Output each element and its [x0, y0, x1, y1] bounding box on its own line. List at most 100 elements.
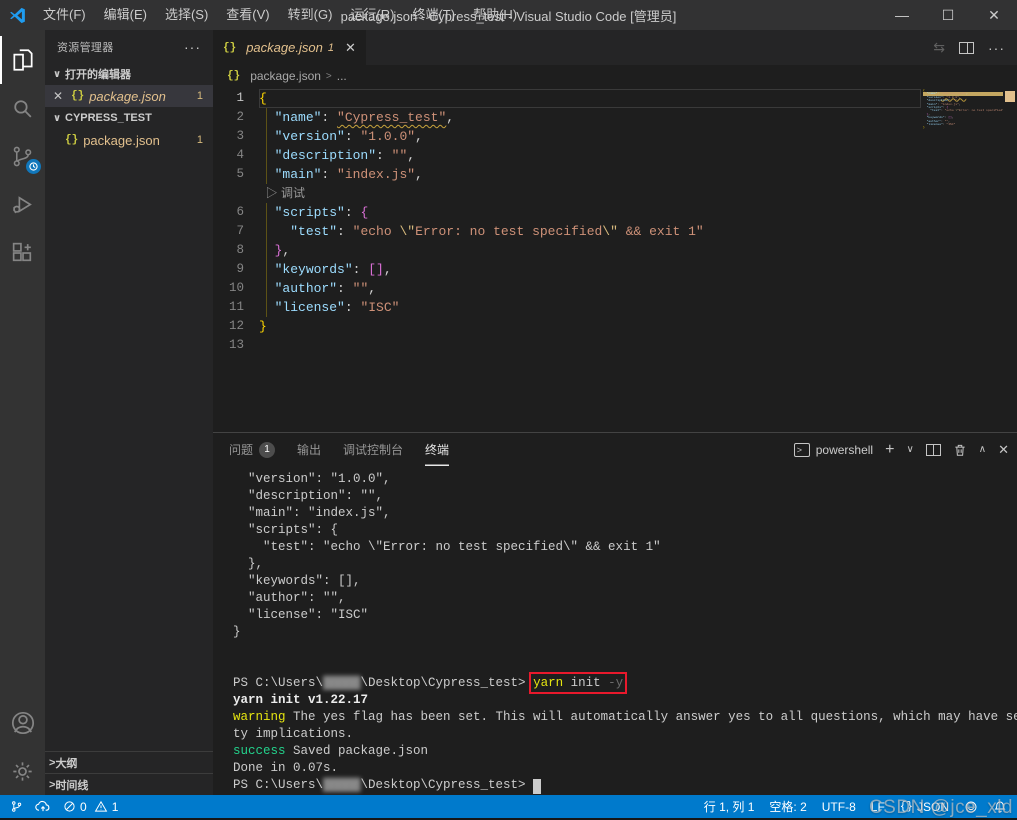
- ellipsis-icon[interactable]: ···: [184, 39, 201, 55]
- csdn-watermark: CSDN @jce_xld: [869, 797, 1013, 819]
- scrollbar[interactable]: [1003, 87, 1017, 432]
- menu-view[interactable]: 查看(V): [217, 0, 278, 30]
- open-editors-section[interactable]: ∨ 打开的编辑器: [45, 63, 213, 85]
- problems-badge: 1: [197, 90, 203, 102]
- menu-file[interactable]: 文件(F): [34, 0, 95, 30]
- minimize-icon[interactable]: —: [879, 0, 925, 30]
- code-line: 13: [213, 336, 921, 355]
- error-count: 0: [80, 800, 87, 814]
- new-terminal-icon[interactable]: +: [885, 441, 894, 459]
- line-number: 11: [213, 298, 259, 317]
- tab-terminal[interactable]: 终端: [425, 433, 449, 466]
- status-bar: 0 1 行 1, 列 1 空格: 2 UTF-8 LF {}JSON: [0, 795, 1017, 818]
- open-editor-item[interactable]: ✕ {} package.json 1: [45, 85, 213, 107]
- codelens: ▷ 调试: [213, 184, 921, 203]
- terminal-line: [233, 641, 1017, 658]
- terminal-line: warning The yes flag has been set. This …: [233, 709, 1017, 726]
- terminal-line: yarn init v1.22.17: [233, 692, 1017, 709]
- terminal-dropdown-icon[interactable]: ∨: [906, 444, 913, 455]
- cursor-position[interactable]: 行 1, 列 1: [704, 798, 755, 815]
- json-braces-icon: {}: [223, 42, 236, 54]
- terminal-line: "main": "index.js",: [233, 505, 1017, 522]
- branch-icon[interactable]: [10, 800, 23, 813]
- menu-help[interactable]: 帮助(H): [464, 0, 526, 30]
- tab-debug-console[interactable]: 调试控制台: [343, 433, 403, 466]
- workspace-section[interactable]: ∨ CYPRESS_TEST: [45, 107, 213, 129]
- line-number: 4: [213, 146, 259, 165]
- run-debug-icon[interactable]: [0, 180, 45, 228]
- outline-section[interactable]: > 大纲: [45, 751, 213, 773]
- maximize-icon[interactable]: ☐: [925, 0, 971, 30]
- line-number: 12: [213, 317, 259, 336]
- trash-icon[interactable]: [953, 443, 967, 457]
- close-icon[interactable]: ✕: [971, 0, 1017, 30]
- terminal-line: "description": "",: [233, 488, 1017, 505]
- encoding[interactable]: UTF-8: [822, 800, 856, 814]
- terminal-line: "scripts": {: [233, 522, 1017, 539]
- line-number: [213, 184, 259, 203]
- json-braces-icon: {}: [71, 90, 84, 102]
- tab-package-json[interactable]: {} package.json 1 ✕: [213, 30, 366, 65]
- menu-selection[interactable]: 选择(S): [156, 0, 217, 30]
- code-line: 6 "scripts": {: [213, 203, 921, 222]
- explorer-sidebar: 资源管理器 ··· ∨ 打开的编辑器 ✕ {} package.json 1 ∨…: [45, 30, 213, 795]
- line-number: 3: [213, 127, 259, 146]
- line-number: 1: [213, 89, 259, 108]
- problems-count-badge: 1: [259, 442, 275, 458]
- extensions-icon[interactable]: [0, 228, 45, 276]
- maximize-panel-icon[interactable]: ∧: [979, 444, 986, 455]
- timeline-section[interactable]: > 时间线: [45, 773, 213, 795]
- indentation[interactable]: 空格: 2: [769, 798, 806, 815]
- terminal-line: "author": "",: [233, 590, 1017, 607]
- menu-edit[interactable]: 编辑(E): [95, 0, 156, 30]
- close-icon[interactable]: ✕: [53, 89, 69, 103]
- title-bar: 文件(F) 编辑(E) 选择(S) 查看(V) 转到(G) 运行(R) 终端(T…: [0, 0, 1017, 30]
- ellipsis-icon[interactable]: ···: [988, 40, 1005, 56]
- line-number: 6: [213, 203, 259, 222]
- close-panel-icon[interactable]: ✕: [998, 442, 1009, 458]
- menu-terminal[interactable]: 终端(T): [403, 0, 464, 30]
- tab-problems[interactable]: 问题 1: [229, 433, 275, 466]
- line-number: 9: [213, 260, 259, 279]
- code-line: 2 "name": "Cypress_test",: [213, 108, 921, 127]
- terminal-output[interactable]: "version": "1.0.0", "description": "", "…: [213, 466, 1017, 795]
- explorer-icon[interactable]: [0, 36, 45, 84]
- sidebar-title: 资源管理器: [57, 39, 114, 55]
- close-icon[interactable]: ✕: [345, 40, 356, 56]
- minimap[interactable]: { "name": "Cypress_test", "version": "1.…: [923, 89, 1003, 130]
- terminal-line: [233, 658, 1017, 675]
- line-number: 7: [213, 222, 259, 241]
- menu-run[interactable]: 运行(R): [341, 0, 403, 30]
- code-editor[interactable]: 1{2 "name": "Cypress_test",3 "version": …: [213, 87, 1017, 432]
- search-icon[interactable]: [0, 84, 45, 132]
- terminal-line: "version": "1.0.0",: [233, 471, 1017, 488]
- account-icon[interactable]: [0, 699, 45, 747]
- terminal-line: "keywords": [],: [233, 573, 1017, 590]
- file-item-package-json[interactable]: {} package.json 1: [45, 129, 213, 151]
- warning-marker: [1005, 91, 1015, 102]
- terminal-line: }: [233, 624, 1017, 641]
- terminal-line: ty implications.: [233, 726, 1017, 743]
- bottom-panel: 问题 1 输出 调试控制台 终端 > powershell + ∨: [213, 432, 1017, 795]
- shell-selector[interactable]: powershell: [816, 443, 873, 457]
- tab-output[interactable]: 输出: [297, 433, 321, 466]
- line-number: 10: [213, 279, 259, 298]
- source-control-icon[interactable]: [0, 132, 45, 180]
- gear-icon[interactable]: [0, 747, 45, 795]
- open-changes-icon[interactable]: ⇆: [933, 39, 945, 56]
- split-terminal-icon[interactable]: [926, 444, 941, 456]
- breadcrumb[interactable]: {} package.json > ...: [213, 65, 1017, 87]
- split-editor-icon[interactable]: [959, 42, 974, 54]
- line-number: 8: [213, 241, 259, 260]
- cloud-upload-icon[interactable]: [35, 800, 51, 813]
- terminal-line: },: [233, 556, 1017, 573]
- code-line: 4 "description": "",: [213, 146, 921, 165]
- tab-bar: {} package.json 1 ✕ ⇆ ···: [213, 30, 1017, 65]
- terminal-icon: >: [794, 443, 810, 457]
- problems-status[interactable]: 0 1: [63, 800, 118, 814]
- json-braces-icon: {}: [227, 70, 240, 82]
- code-line: 9 "keywords": [],: [213, 260, 921, 279]
- menu-go[interactable]: 转到(G): [279, 0, 342, 30]
- code-line: 10 "author": "",: [213, 279, 921, 298]
- chevron-right-icon: >: [326, 71, 332, 82]
